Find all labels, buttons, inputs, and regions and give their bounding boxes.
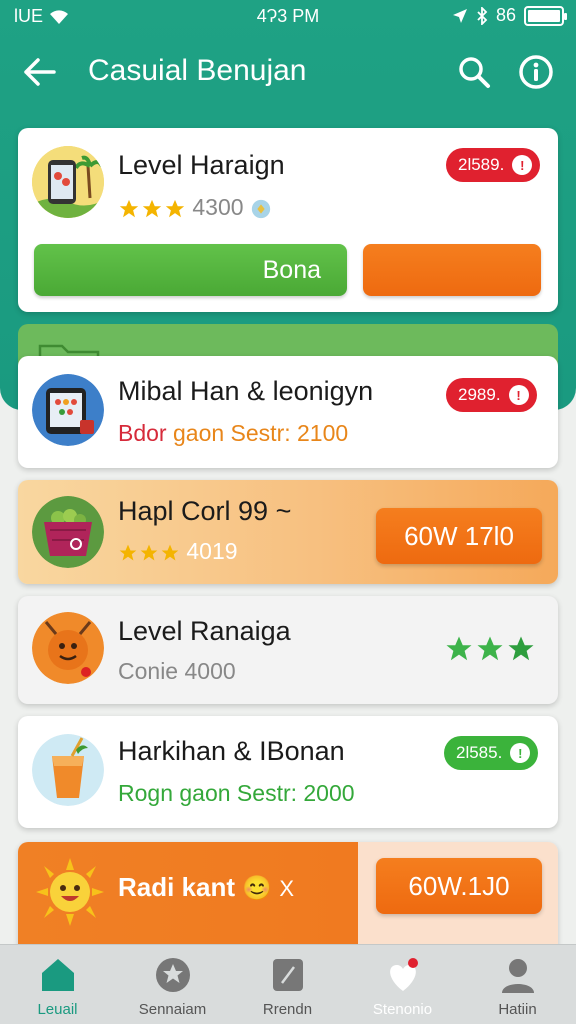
rating-row: 4019 <box>118 538 238 565</box>
play-button[interactable]: 60W.1J0 <box>376 858 542 914</box>
location-arrow-icon <box>452 8 467 23</box>
app-bar: Casuial Benujan <box>0 44 576 100</box>
nav-item-notifications[interactable]: Stenonio <box>345 955 460 1018</box>
bona-button[interactable]: Bona <box>34 244 347 296</box>
back-arrow-icon[interactable] <box>22 54 62 90</box>
score-badge: 2l589. ! <box>446 148 541 182</box>
nav-label: Stenonio <box>372 1001 433 1018</box>
rating-value: 4300 <box>192 194 244 220</box>
page-title: Casuial Benujan <box>88 54 307 87</box>
star-rating <box>118 198 186 220</box>
level-subtitle: Bdor gaon Sestr: 2100 <box>118 420 348 447</box>
nav-item-star[interactable]: Sennaiam <box>115 955 230 1018</box>
score-badge-text: 2l589. <box>458 155 505 174</box>
nav-label: Sennaiam <box>138 1001 207 1018</box>
juice-thumbnail <box>32 734 104 806</box>
person-icon <box>498 955 538 995</box>
score-badge-text: 2989. <box>458 385 501 404</box>
phone-game-thumbnail <box>32 146 104 218</box>
subtitle-prefix: Rogn <box>118 780 173 806</box>
search-icon[interactable] <box>454 52 494 92</box>
home-icon <box>38 955 78 995</box>
heart-notification-icon <box>383 955 423 995</box>
fruit-crate-thumbnail <box>32 496 104 568</box>
sun-mascot-icon <box>34 856 106 928</box>
subtitle-rest: gaon Sestr: 2000 <box>179 780 355 806</box>
title-suffix: X <box>279 876 295 901</box>
star-icon <box>446 636 472 661</box>
level-title-text: Radi kant <box>118 872 236 902</box>
nav-item-edit[interactable]: Rrendn <box>230 955 345 1018</box>
level-card-featured[interactable]: Level Haraign 4300 2l589. ! Bona <box>18 128 558 312</box>
subtitle-rest: gaon Sestr: 2100 <box>172 420 349 446</box>
secondary-orange-button[interactable] <box>363 244 541 296</box>
subtitle-prefix: Bdor <box>118 420 167 446</box>
level-subtitle: Rogn gaon Sestr: 2000 <box>118 780 355 807</box>
star-icon <box>140 544 158 561</box>
level-card-highlighted[interactable]: Radi kant 😊 X 60W.1J0 <box>18 842 558 954</box>
level-title: Hapl Corl 99 ~ <box>118 496 292 526</box>
info-icon[interactable] <box>516 52 556 92</box>
edit-icon <box>268 955 308 995</box>
level-card[interactable]: Harkihan & IBonan Rogn gaon Sestr: 2000 … <box>18 716 558 828</box>
level-card[interactable]: Level Ranaiga Conie 4000 <box>18 596 558 704</box>
bona-button-label: Bona <box>262 255 321 284</box>
level-card-highlighted[interactable]: Hapl Corl 99 ~ 4019 60W 17l0 <box>18 480 558 584</box>
mascot-thumbnail <box>32 612 104 684</box>
coin-icon <box>251 199 271 219</box>
lock-icon: ! <box>508 385 529 405</box>
play-button-label: 60W 17l0 <box>404 520 514 551</box>
bottom-navigation: Leuail Sennaiam Rrendn Stenonio Hatiin <box>0 944 576 1024</box>
level-title: Harkihan & IBonan <box>118 736 345 766</box>
nav-item-home[interactable]: Leuail <box>0 955 115 1018</box>
rating-row: 4300 <box>118 194 272 221</box>
level-title: Level Haraign <box>118 150 285 180</box>
score-badge-text: 2l585. <box>456 743 503 762</box>
star-icon <box>508 636 534 661</box>
score-badge: 2989. ! <box>446 378 537 412</box>
rating-value: 4019 <box>186 538 238 564</box>
level-card[interactable]: Mibal Han & leonigyn Bdor gaon Sestr: 21… <box>18 356 558 468</box>
nav-item-profile[interactable]: Hatiin <box>460 955 575 1018</box>
star-icon <box>161 544 179 561</box>
battery-icon <box>524 5 567 26</box>
level-title: Radi kant 😊 X <box>118 872 294 903</box>
play-button[interactable]: 60W 17l0 <box>376 508 542 564</box>
level-title: Mibal Han & leonigyn <box>118 376 374 406</box>
signal-label: 86 <box>495 5 516 25</box>
status-right: 86 <box>452 5 567 26</box>
play-button-label: 60W.1J0 <box>408 870 510 901</box>
nav-label: Rrendn <box>262 1001 313 1018</box>
lock-icon: ! <box>512 155 533 175</box>
star-icon <box>165 199 185 218</box>
star-icon <box>119 544 137 561</box>
star-rating <box>118 543 180 563</box>
smile-emoji-icon: 😊 <box>242 875 273 902</box>
bluetooth-icon <box>477 6 488 25</box>
status-bar: lUE 4Ɂ3 PM 86 <box>0 0 576 34</box>
tablet-game-thumbnail <box>32 374 104 446</box>
lock-icon: ! <box>510 743 531 763</box>
star-icon <box>119 199 139 218</box>
star-rating <box>444 634 536 664</box>
star-icon <box>477 636 503 661</box>
star-badge-icon <box>153 955 193 995</box>
star-icon <box>142 199 162 218</box>
level-subtitle: Conie 4000 <box>118 658 236 684</box>
nav-label: Leuail <box>37 1001 78 1018</box>
nav-label: Hatiin <box>498 1001 537 1018</box>
level-title: Level Ranaiga <box>118 616 291 646</box>
score-badge: 2l585. ! <box>444 736 539 770</box>
